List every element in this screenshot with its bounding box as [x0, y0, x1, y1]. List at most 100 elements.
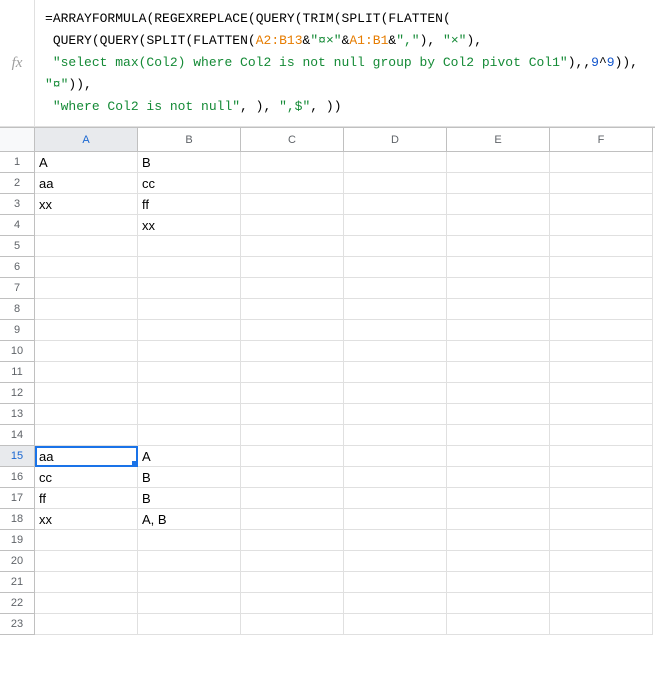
cell[interactable] [344, 446, 447, 467]
cell[interactable] [447, 152, 550, 173]
row-header[interactable]: 8 [0, 299, 35, 320]
cell[interactable] [550, 320, 653, 341]
cell[interactable] [138, 404, 241, 425]
column-header[interactable]: D [344, 128, 447, 152]
cell[interactable] [35, 614, 138, 635]
cell[interactable] [138, 320, 241, 341]
row-header[interactable]: 14 [0, 425, 35, 446]
cell[interactable] [447, 383, 550, 404]
cell[interactable] [447, 320, 550, 341]
cell[interactable] [241, 173, 344, 194]
cell[interactable] [241, 320, 344, 341]
cell[interactable] [550, 341, 653, 362]
cell[interactable] [344, 593, 447, 614]
cell[interactable] [344, 488, 447, 509]
cell[interactable] [138, 278, 241, 299]
cell[interactable]: xx [35, 194, 138, 215]
cell[interactable] [447, 236, 550, 257]
cell[interactable] [550, 173, 653, 194]
cell[interactable] [241, 152, 344, 173]
cell[interactable] [344, 530, 447, 551]
row-header[interactable]: 2 [0, 173, 35, 194]
cell[interactable] [138, 530, 241, 551]
cell[interactable] [447, 215, 550, 236]
column-header[interactable]: B [138, 128, 241, 152]
cell[interactable] [447, 404, 550, 425]
cell[interactable] [138, 383, 241, 404]
row-header[interactable]: 10 [0, 341, 35, 362]
cell[interactable] [35, 257, 138, 278]
cell[interactable] [35, 362, 138, 383]
cell[interactable]: xx [35, 509, 138, 530]
cell[interactable] [35, 341, 138, 362]
cell[interactable] [447, 551, 550, 572]
cell[interactable] [35, 383, 138, 404]
cell[interactable] [550, 257, 653, 278]
cell[interactable]: xx [138, 215, 241, 236]
cell[interactable] [447, 194, 550, 215]
cell[interactable] [344, 425, 447, 446]
column-header[interactable]: F [550, 128, 653, 152]
row-header[interactable]: 12 [0, 383, 35, 404]
cell[interactable] [138, 257, 241, 278]
cell[interactable] [241, 551, 344, 572]
cell[interactable] [447, 362, 550, 383]
cell[interactable] [550, 488, 653, 509]
cell[interactable] [344, 467, 447, 488]
cell[interactable] [344, 341, 447, 362]
row-header[interactable]: 3 [0, 194, 35, 215]
cell[interactable] [344, 320, 447, 341]
cell[interactable] [241, 614, 344, 635]
cell[interactable] [138, 362, 241, 383]
cell[interactable] [241, 194, 344, 215]
column-header[interactable]: A [35, 128, 138, 152]
row-header[interactable]: 22 [0, 593, 35, 614]
cell[interactable] [550, 299, 653, 320]
cell[interactable] [35, 572, 138, 593]
cell[interactable] [447, 425, 550, 446]
cell[interactable] [241, 215, 344, 236]
cell[interactable] [550, 362, 653, 383]
cell[interactable] [344, 614, 447, 635]
cell[interactable] [241, 509, 344, 530]
cell[interactable] [138, 341, 241, 362]
cell[interactable] [35, 215, 138, 236]
cell[interactable] [447, 488, 550, 509]
cell[interactable] [35, 320, 138, 341]
cell[interactable] [35, 278, 138, 299]
row-header[interactable]: 20 [0, 551, 35, 572]
cell[interactable] [241, 236, 344, 257]
cell[interactable] [35, 299, 138, 320]
cell[interactable] [550, 446, 653, 467]
fx-icon[interactable]: fx [0, 0, 35, 126]
cell[interactable] [241, 572, 344, 593]
row-header[interactable]: 7 [0, 278, 35, 299]
cell[interactable] [550, 530, 653, 551]
row-header[interactable]: 23 [0, 614, 35, 635]
row-header[interactable]: 18 [0, 509, 35, 530]
cell[interactable] [241, 446, 344, 467]
cell[interactable] [241, 278, 344, 299]
row-header[interactable]: 11 [0, 362, 35, 383]
cell[interactable] [344, 383, 447, 404]
cell[interactable] [550, 572, 653, 593]
cell[interactable] [550, 215, 653, 236]
cell[interactable] [138, 236, 241, 257]
cell[interactable] [35, 530, 138, 551]
cell[interactable] [344, 404, 447, 425]
cell[interactable] [550, 509, 653, 530]
cell[interactable] [344, 551, 447, 572]
cell[interactable]: ff [35, 488, 138, 509]
cell[interactable] [344, 257, 447, 278]
row-header[interactable]: 6 [0, 257, 35, 278]
row-header[interactable]: 17 [0, 488, 35, 509]
cell[interactable] [447, 299, 550, 320]
cell[interactable] [447, 446, 550, 467]
row-header[interactable]: 15 [0, 446, 35, 467]
cell[interactable] [550, 236, 653, 257]
cell[interactable] [550, 425, 653, 446]
cell[interactable] [241, 467, 344, 488]
cell[interactable] [550, 467, 653, 488]
cell[interactable]: aa [35, 446, 138, 467]
cell[interactable] [241, 362, 344, 383]
